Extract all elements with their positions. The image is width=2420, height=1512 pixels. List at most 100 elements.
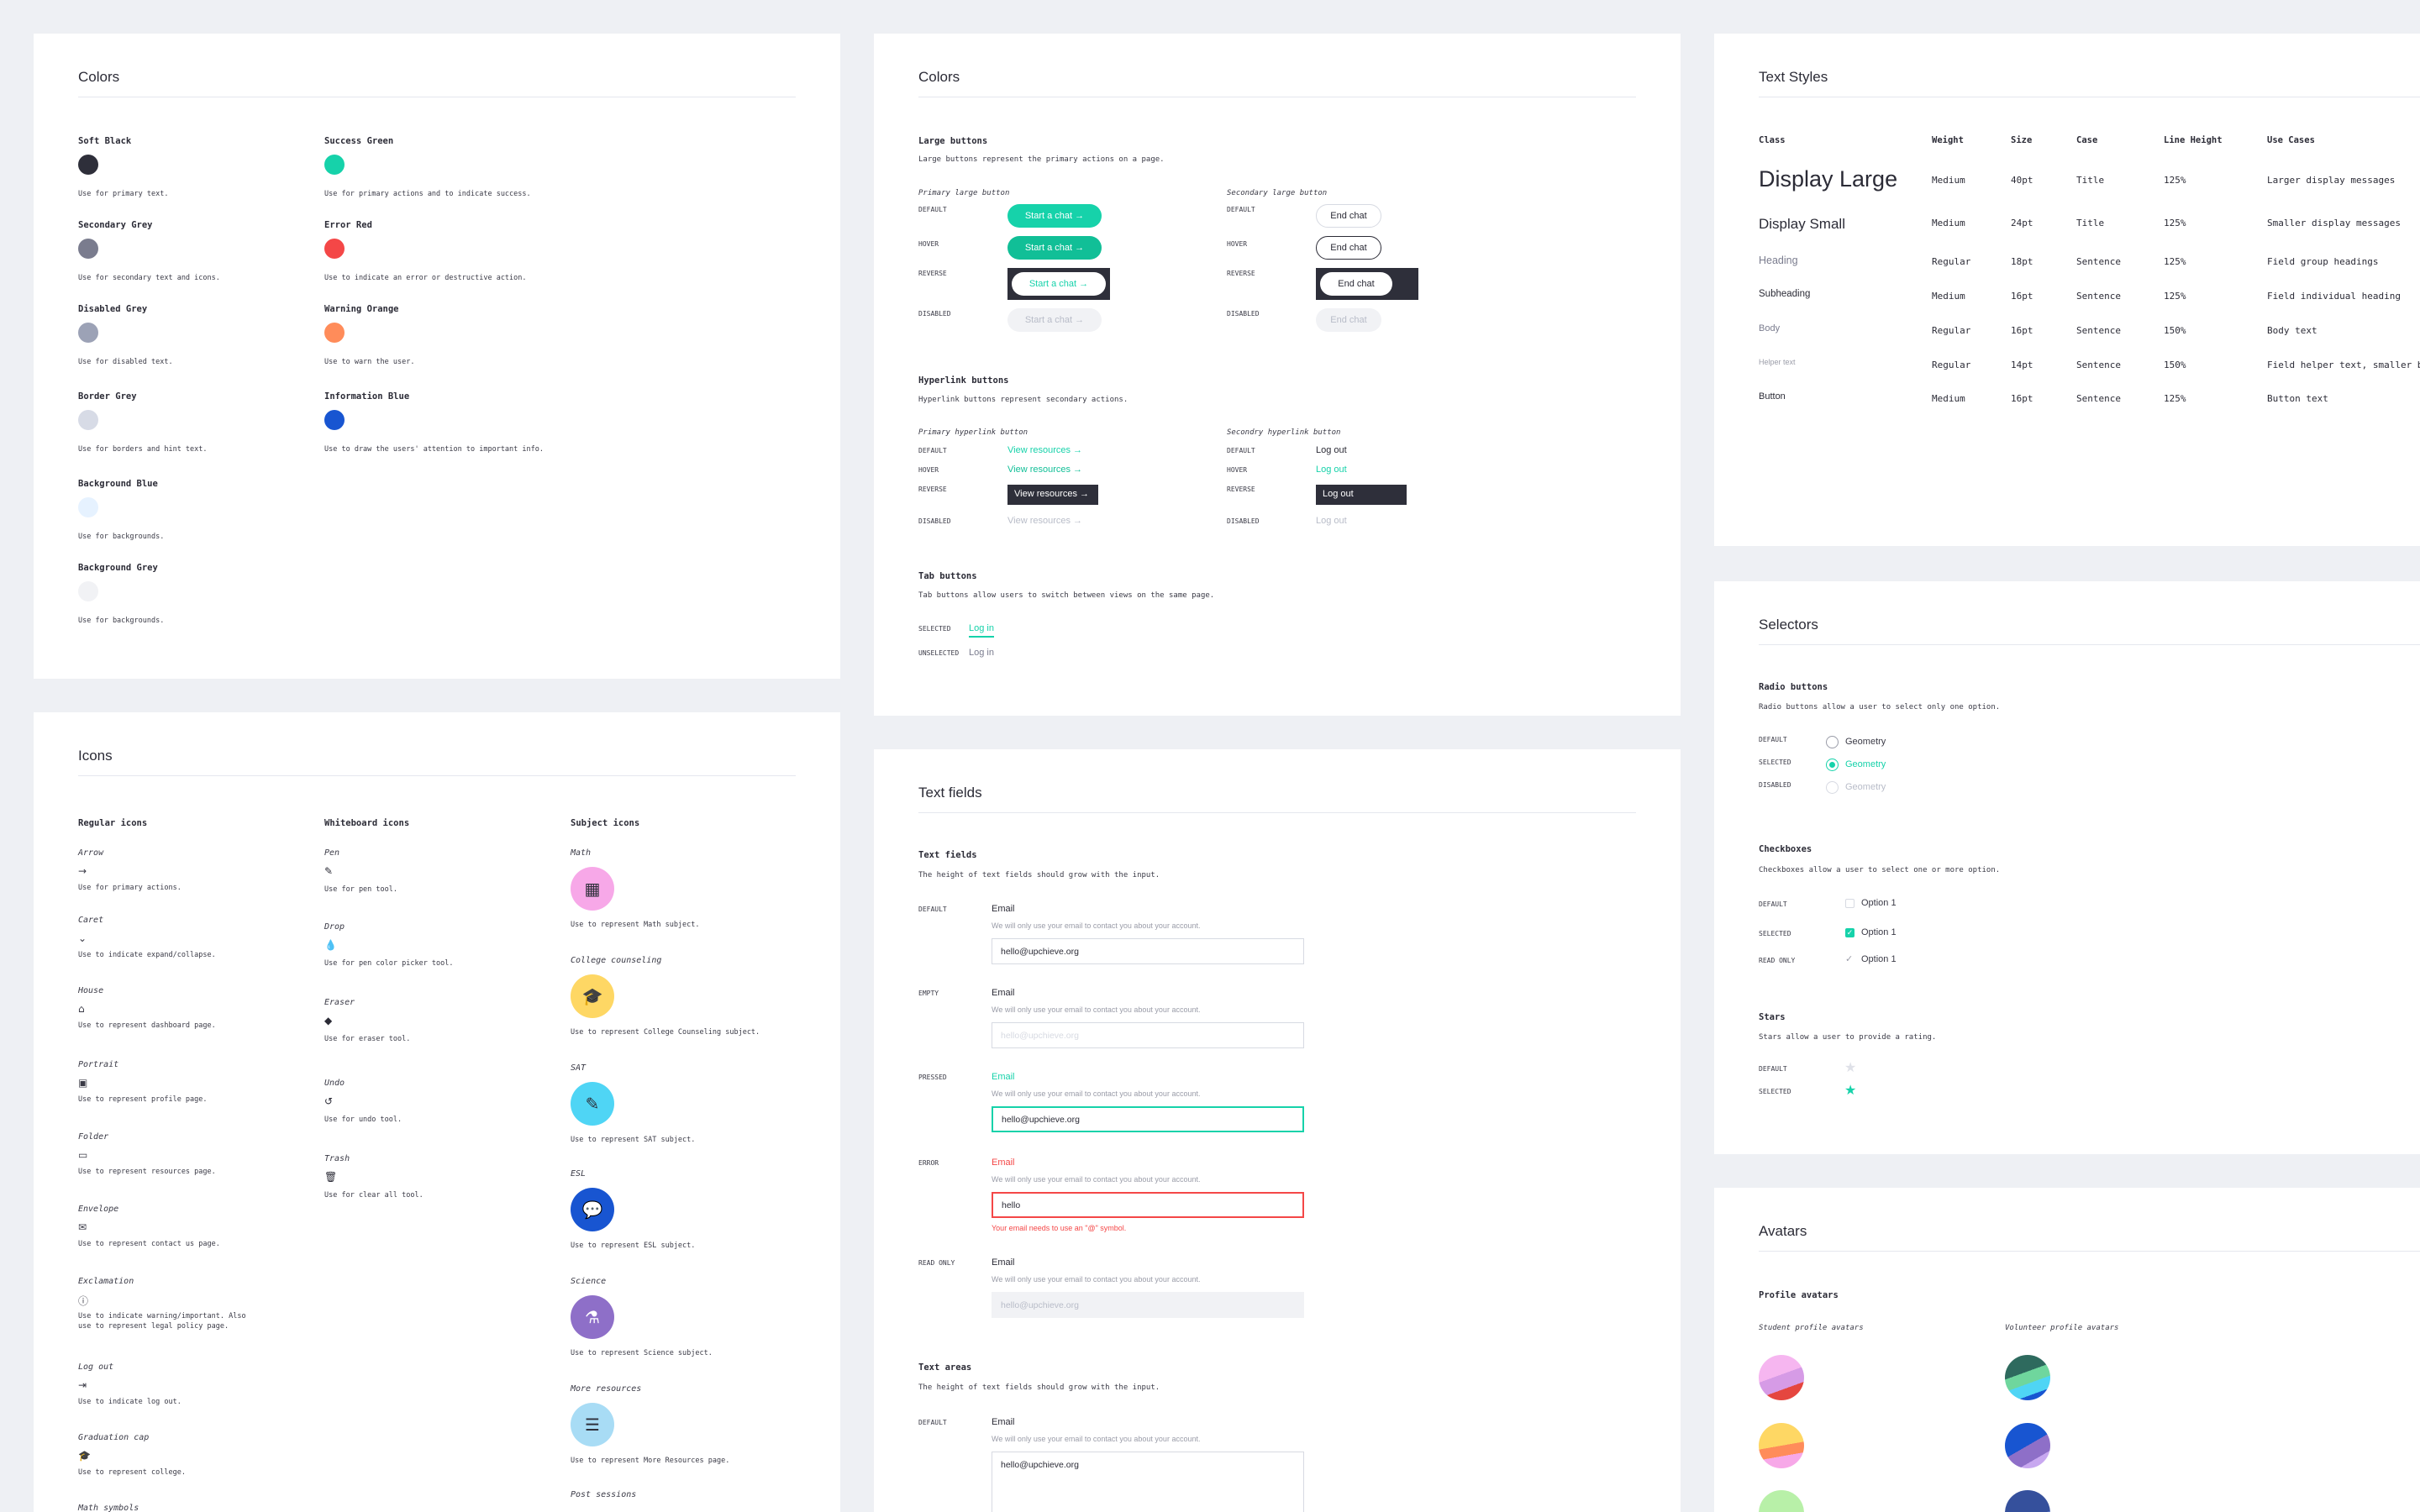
end-chat-button-hover[interactable]: End chat xyxy=(1316,236,1381,260)
student-avatar[interactable] xyxy=(1759,1355,1804,1400)
table-cell: 125% xyxy=(2164,256,2186,267)
volunteer-avatar[interactable] xyxy=(2005,1490,2050,1512)
icon-desc: use to represent legal policy page. xyxy=(78,1322,229,1331)
books-icon: ☰ xyxy=(571,1403,614,1446)
table-header-cell: Case xyxy=(2076,135,2098,145)
field-label: Email xyxy=(992,1158,1015,1168)
checkbox-selected[interactable]: ✓ xyxy=(1845,928,1854,937)
portrait-icon: ▣ xyxy=(78,1077,88,1089)
icon-name: Folder xyxy=(78,1132,109,1142)
color-name: Warning Orange xyxy=(324,304,399,314)
radio-label: Geometry xyxy=(1845,759,1886,769)
icon-name: House xyxy=(78,986,104,995)
table-cell: Medium xyxy=(1932,291,1965,302)
section-heading-profile-avatars: Profile avatars xyxy=(1759,1290,1839,1300)
log-out-link-disabled: Log out xyxy=(1316,516,1347,526)
state-label: Default xyxy=(918,447,947,454)
style-class-sample: Helper text xyxy=(1759,358,1796,366)
state-label: Reverse xyxy=(918,270,947,277)
color-swatch xyxy=(78,155,98,175)
secondary-large-caption: Secondary large button xyxy=(1227,189,1328,197)
color-desc: Use to warn the user. xyxy=(324,358,415,366)
radio-default[interactable] xyxy=(1826,736,1839,748)
email-field-pressed[interactable]: hello@upchieve.org xyxy=(992,1106,1304,1132)
email-field-empty[interactable]: hello@upchieve.org xyxy=(992,1022,1304,1048)
start-chat-button-hover[interactable]: Start a chat → xyxy=(1007,236,1102,260)
student-avatar[interactable] xyxy=(1759,1490,1804,1512)
avatars-card: Avatars Profile avatars Student profile … xyxy=(1714,1188,2420,1512)
secondary-hyperlink-caption: Secondry hyperlink button xyxy=(1227,428,1341,437)
color-name: Error Red xyxy=(324,220,372,230)
table-header-cell: Size xyxy=(2011,135,2033,145)
tab-log-in-selected[interactable]: Log in xyxy=(969,623,994,638)
color-name: Information Blue xyxy=(324,391,410,402)
table-cell: 150% xyxy=(2164,360,2186,370)
student-avatar[interactable] xyxy=(1759,1423,1804,1468)
section-desc: Checkboxes allow a user to select one or… xyxy=(1759,866,2001,874)
radio-selected[interactable] xyxy=(1826,759,1839,771)
email-textarea[interactable]: hello@upchieve.org xyxy=(992,1452,1304,1512)
color-swatch xyxy=(78,581,98,601)
end-chat-button-reverse[interactable]: End chat xyxy=(1320,272,1392,296)
view-resources-link-hover[interactable]: View resources → xyxy=(1007,465,1082,475)
card-title: Colors xyxy=(78,69,120,85)
icon-name: Drop xyxy=(324,922,345,932)
drop-icon: 💧 xyxy=(324,939,337,951)
color-swatch xyxy=(78,239,98,259)
email-field-default[interactable]: hello@upchieve.org xyxy=(992,938,1304,964)
icon-desc: Use to represent ESL subject. xyxy=(571,1242,696,1250)
state-label: Default xyxy=(918,206,947,213)
state-label: Error xyxy=(918,1159,939,1167)
icon-name: Undo xyxy=(324,1079,345,1088)
checkbox-label: Option 1 xyxy=(1861,927,1897,937)
checkbox-default[interactable] xyxy=(1845,899,1854,908)
field-help: We will only use your email to contact y… xyxy=(992,1089,1201,1098)
section-desc: Large buttons represent the primary acti… xyxy=(918,155,1165,164)
radio-label: Geometry xyxy=(1845,737,1886,747)
view-resources-link-default[interactable]: View resources → xyxy=(1007,445,1082,455)
table-cell: Regular xyxy=(1932,360,1971,370)
section-desc: Hyperlink buttons represent secondary ac… xyxy=(918,396,1128,404)
state-label: Disabled xyxy=(918,517,951,525)
color-desc: Use to draw the users' attention to impo… xyxy=(324,445,544,454)
icon-name: Math symbols xyxy=(78,1504,139,1512)
table-cell: Sentence xyxy=(2076,360,2121,370)
table-cell: 150% xyxy=(2164,325,2186,336)
color-swatch xyxy=(78,323,98,343)
table-cell: 125% xyxy=(2164,175,2186,186)
tab-log-in-unselected[interactable]: Log in xyxy=(969,648,994,658)
end-chat-button-default[interactable]: End chat xyxy=(1316,204,1381,228)
volunteer-avatar[interactable] xyxy=(2005,1423,2050,1468)
icon-desc: Use for pen tool. xyxy=(324,885,397,894)
state-label: Selected xyxy=(1759,759,1791,766)
log-out-link-default[interactable]: Log out xyxy=(1316,445,1347,455)
star-icon[interactable]: ★ xyxy=(1844,1059,1856,1076)
state-label: Default xyxy=(918,906,947,913)
email-field-error[interactable]: hello xyxy=(992,1192,1304,1218)
volunteer-avatar[interactable] xyxy=(2005,1355,2050,1400)
table-cell: Medium xyxy=(1932,393,1965,404)
email-field-read-only: hello@upchieve.org xyxy=(992,1292,1304,1318)
log-out-link-reverse[interactable]: Log out xyxy=(1316,485,1407,505)
view-resources-link-reverse[interactable]: View resources → xyxy=(1007,485,1098,505)
icon-desc: Use for pen color picker tool. xyxy=(324,959,454,968)
color-swatch xyxy=(78,410,98,430)
primary-large-caption: Primary large button xyxy=(918,189,1010,197)
state-label: Hover xyxy=(918,240,939,248)
table-cell: Medium xyxy=(1932,218,1965,228)
notepad-icon: ✎ xyxy=(571,1082,614,1126)
field-help: We will only use your email to contact y… xyxy=(992,1275,1201,1284)
state-label: Pressed xyxy=(918,1074,947,1081)
icon-name: Graduation cap xyxy=(78,1433,150,1442)
icon-desc: Use to indicate expand/collapse. xyxy=(78,951,216,959)
star-icon[interactable]: ★ xyxy=(1844,1082,1856,1099)
start-chat-button-reverse[interactable]: Start a chat → xyxy=(1012,272,1106,296)
table-cell: Title xyxy=(2076,175,2105,186)
table-cell: Field individual heading xyxy=(2267,291,2401,302)
log-out-link-hover[interactable]: Log out xyxy=(1316,465,1347,475)
field-help: We will only use your email to contact y… xyxy=(992,1005,1201,1014)
start-chat-button-default[interactable]: Start a chat → xyxy=(1007,204,1102,228)
divider xyxy=(918,812,1636,813)
card-title: Colors xyxy=(918,69,960,85)
color-swatch xyxy=(324,410,345,430)
